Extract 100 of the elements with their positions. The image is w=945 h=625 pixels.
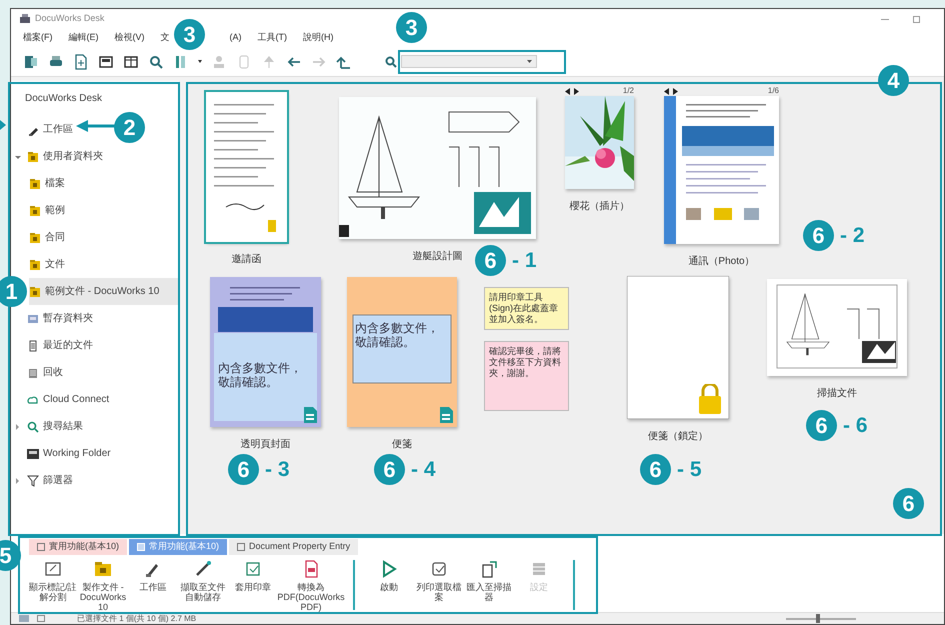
document-label: 便箋（鎖定） bbox=[648, 430, 708, 444]
search-icon bbox=[27, 420, 39, 432]
filter-icon bbox=[27, 474, 39, 486]
wand-icon bbox=[194, 560, 212, 578]
folder-icon bbox=[29, 286, 41, 298]
sidebar-item[interactable]: Cloud Connect bbox=[43, 392, 110, 407]
import-icon bbox=[480, 560, 498, 578]
menu-item[interactable]: 工具(T) bbox=[258, 31, 287, 45]
sidebar-item[interactable]: 回收 bbox=[43, 365, 63, 380]
sidebar-item[interactable]: 工作區 bbox=[43, 122, 73, 137]
folder-icon bbox=[29, 232, 41, 244]
collapse-caret-icon[interactable] bbox=[15, 424, 21, 430]
maximize-icon[interactable] bbox=[913, 16, 920, 22]
window-title: DocuWorks Desk bbox=[35, 12, 104, 26]
folder-icon bbox=[29, 258, 41, 270]
sidebar-item[interactable]: Working Folder bbox=[43, 446, 111, 461]
drawing-thumbnail[interactable] bbox=[339, 97, 536, 239]
previous-page-icon[interactable] bbox=[664, 88, 669, 94]
ribbon-button[interactable]: 顯示標記/註解分割 bbox=[29, 560, 77, 602]
ribbon-button[interactable]: 列印選取檔案 bbox=[415, 560, 463, 602]
document-note: 內含多數文件，敬請確認。 bbox=[218, 361, 303, 389]
play-icon bbox=[380, 560, 398, 578]
document-label: 掃描文件 bbox=[817, 386, 857, 401]
sidebar-item[interactable]: 最近的文件 bbox=[43, 338, 93, 353]
sidebar-item[interactable]: 暫存資料夾 bbox=[43, 311, 93, 326]
menu-item[interactable]: 說明(H) bbox=[303, 31, 334, 45]
expand-caret-icon[interactable] bbox=[15, 154, 21, 160]
callout-suffix: - 3 bbox=[265, 457, 290, 483]
ribbon-button[interactable]: 套用印章 bbox=[229, 560, 277, 592]
ribbon-button[interactable]: 匯入至掃描器 bbox=[465, 560, 513, 602]
callout-suffix: - 5 bbox=[677, 457, 702, 483]
collapse-caret-icon[interactable] bbox=[15, 478, 21, 484]
folder-icon bbox=[94, 560, 112, 578]
page-counter: 1/2 bbox=[622, 85, 634, 97]
previous-page-icon[interactable] bbox=[565, 88, 570, 94]
working-icon bbox=[27, 448, 39, 460]
callout-suffix: - 1 bbox=[512, 248, 537, 274]
menu-item[interactable]: 編輯(E) bbox=[68, 31, 98, 45]
folder-icon bbox=[27, 150, 39, 162]
caret-icon[interactable] bbox=[198, 60, 202, 63]
sidebar-item[interactable]: 範例 bbox=[45, 203, 65, 218]
menu-item[interactable]: (A) bbox=[230, 31, 242, 45]
locked-thumbnail[interactable] bbox=[627, 276, 729, 419]
sticky-note[interactable]: 確認完畢後，請將文件移至下方資料夾，謝謝。 bbox=[484, 341, 569, 411]
panel-icon[interactable] bbox=[23, 54, 39, 70]
layout-icon[interactable] bbox=[123, 54, 139, 70]
document-label: 通訊（Photo） bbox=[688, 254, 755, 269]
folder-icon bbox=[29, 204, 41, 216]
cloud-icon bbox=[27, 394, 39, 406]
grid-icon bbox=[530, 560, 548, 578]
ribbon-button[interactable]: 啟動 bbox=[365, 560, 413, 592]
next-page-icon[interactable] bbox=[574, 88, 579, 94]
status-text: 已選擇文件 1 個(共 10 個) 2.7 MB bbox=[77, 614, 196, 624]
sidebar-item[interactable]: 使用者資料夾 bbox=[43, 149, 103, 164]
newsletter-thumbnail[interactable] bbox=[664, 96, 779, 244]
memo-thumbnail[interactable] bbox=[347, 277, 457, 427]
sidebar-item[interactable]: 檔案 bbox=[45, 176, 65, 191]
scan-thumbnail[interactable] bbox=[767, 279, 907, 376]
document-label: 透明頁封面 bbox=[240, 438, 290, 452]
next-page-icon[interactable] bbox=[673, 88, 678, 94]
folder-icon bbox=[29, 178, 41, 190]
ribbon-button[interactable]: 工作區 bbox=[129, 560, 177, 592]
ribbon-tab[interactable]: Document Property Entry bbox=[229, 539, 358, 555]
menu-item[interactable]: 檔案(F) bbox=[23, 31, 52, 45]
callout-suffix: - 4 bbox=[411, 457, 436, 483]
cover-thumbnail[interactable] bbox=[210, 277, 321, 427]
document-label: 遊艇設計圖 bbox=[412, 250, 462, 264]
menu-item[interactable]: 檢視(V) bbox=[114, 31, 144, 45]
ribbon-button[interactable]: 製作文件 - DocuWorks 10 bbox=[79, 560, 127, 612]
docuworks-file-icon bbox=[303, 406, 318, 424]
document-label: 櫻花（插片） bbox=[570, 200, 630, 214]
sidebar-item[interactable]: 範例文件 - DocuWorks 10 bbox=[29, 278, 179, 305]
page-counter: 1/6 bbox=[768, 85, 779, 97]
sidebar-item[interactable]: 文件 bbox=[45, 257, 65, 272]
sidebar-item[interactable]: 篩選器 bbox=[43, 473, 73, 488]
docuworks-file-icon bbox=[439, 406, 454, 424]
ribbon-button[interactable]: 擷取至文件自動儲存 bbox=[179, 560, 227, 602]
document-label: 邀請函 bbox=[232, 252, 262, 267]
dropdown-caret-icon[interactable] bbox=[527, 60, 532, 63]
callout-suffix: - 2 bbox=[840, 223, 865, 249]
new-document-icon[interactable] bbox=[73, 54, 89, 70]
callout-number: 1 bbox=[0, 276, 27, 307]
check-icon bbox=[244, 560, 262, 578]
zoom-thumb[interactable] bbox=[816, 614, 820, 622]
search-icon bbox=[385, 56, 397, 68]
document-label: 便箋 bbox=[392, 438, 412, 452]
sidebar-item[interactable]: 合同 bbox=[45, 230, 65, 245]
lock-icon bbox=[696, 384, 724, 414]
search-field[interactable] bbox=[401, 55, 537, 68]
letter-thumbnail[interactable] bbox=[206, 92, 287, 242]
menu-item[interactable]: 文 bbox=[160, 31, 170, 45]
ribbon-button[interactable]: 轉換為 PDF(DocuWorks PDF) bbox=[279, 560, 343, 612]
sidebar-item[interactable]: 搜尋結果 bbox=[43, 419, 83, 434]
app-icon bbox=[19, 14, 31, 24]
ribbon-tab[interactable]: 實用功能(基本10) bbox=[29, 539, 128, 555]
sticky-note[interactable]: 請用印章工具(Sign)在此處蓋章並加入簽名。 bbox=[484, 287, 569, 330]
window-icon[interactable] bbox=[98, 54, 114, 70]
search-icon[interactable] bbox=[148, 54, 164, 70]
tray-icon bbox=[27, 312, 39, 324]
minimize-icon[interactable] bbox=[881, 18, 889, 20]
